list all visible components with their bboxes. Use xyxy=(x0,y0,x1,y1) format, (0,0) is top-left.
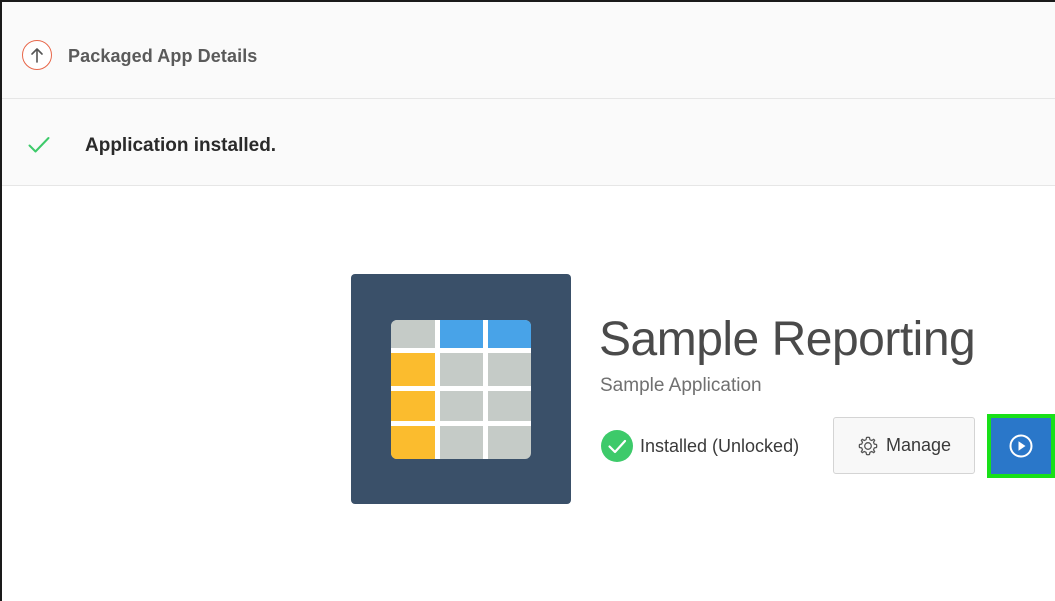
arrow-up-icon xyxy=(31,48,43,63)
page-frame: Packaged App Details Application install… xyxy=(0,0,1055,601)
page-title: Packaged App Details xyxy=(68,46,258,66)
status-text: Installed (Unlocked) xyxy=(640,435,800,456)
notice-message: Application installed. xyxy=(85,135,277,156)
check-circle-icon xyxy=(601,430,633,462)
run-app-button[interactable] xyxy=(987,414,1055,478)
app-description: Sample Application xyxy=(600,375,762,396)
app-name: Sample Reporting xyxy=(599,313,976,366)
back-button[interactable] xyxy=(22,40,52,70)
check-icon xyxy=(28,137,50,153)
play-circle-icon xyxy=(1009,434,1033,458)
app-icon-tile xyxy=(351,274,571,504)
install-status: Installed (Unlocked) xyxy=(600,429,799,463)
manage-button[interactable]: Manage xyxy=(833,417,975,474)
page-header: Packaged App Details xyxy=(2,2,1055,99)
gear-icon xyxy=(858,436,878,455)
manage-button-label: Manage xyxy=(885,435,952,455)
table-report-icon xyxy=(391,320,531,459)
